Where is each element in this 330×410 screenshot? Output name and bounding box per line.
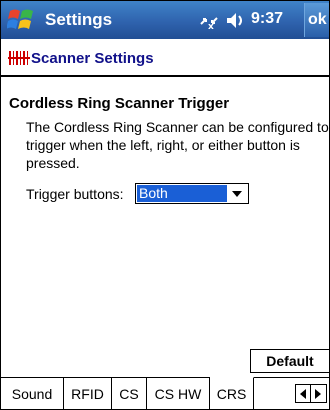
section-title: Cordless Ring Scanner Trigger xyxy=(9,95,230,112)
scanner-barcode-icon xyxy=(8,51,30,65)
tab-cs-hw[interactable]: CS HW xyxy=(147,378,210,409)
app-title: Settings xyxy=(45,10,113,29)
arrow-divider xyxy=(310,385,311,402)
title-bar: Settings x 9:37 ok xyxy=(1,1,329,39)
tab-cs[interactable]: CS xyxy=(112,378,147,409)
arrow-right-icon[interactable] xyxy=(315,389,321,399)
trigger-buttons-label: Trigger buttons: xyxy=(26,186,124,202)
description-text: The Cordless Ring Scanner can be configu… xyxy=(26,119,329,171)
volume-icon[interactable] xyxy=(225,11,247,30)
ok-button[interactable]: ok xyxy=(304,3,329,37)
connectivity-icon[interactable]: x xyxy=(198,12,220,30)
windows-start-icon[interactable] xyxy=(7,7,37,33)
clock[interactable]: 9:37 xyxy=(251,10,283,28)
tab-sound[interactable]: Sound xyxy=(1,378,64,409)
default-button[interactable]: Default xyxy=(250,349,329,373)
header-divider xyxy=(1,75,329,77)
tab-crs[interactable]: CRS xyxy=(210,377,254,409)
tab-rfid[interactable]: RFID xyxy=(64,378,112,409)
page-title: Scanner Settings xyxy=(31,50,154,67)
tab-bar: Sound RFID CS CS HW CRS xyxy=(1,377,329,409)
chevron-down-icon[interactable] xyxy=(232,191,242,197)
window: Settings x 9:37 ok Scanner Settings Cord… xyxy=(0,0,330,410)
sub-header: Scanner Settings xyxy=(1,39,329,77)
tab-scroll-arrows[interactable] xyxy=(295,384,327,403)
trigger-buttons-value[interactable]: Both xyxy=(137,185,227,202)
svg-text:x: x xyxy=(208,22,214,30)
arrow-left-icon[interactable] xyxy=(300,389,306,399)
trigger-buttons-select[interactable]: Both xyxy=(135,183,249,204)
